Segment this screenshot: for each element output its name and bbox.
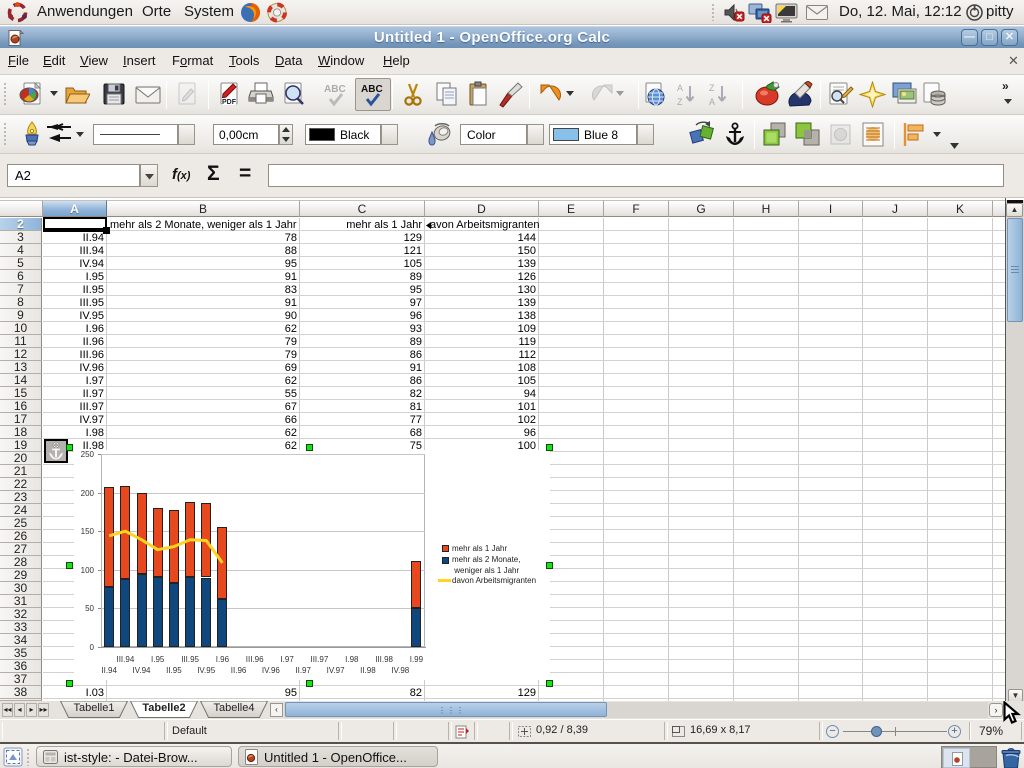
svg-text:ABC: ABC — [324, 84, 346, 95]
svg-text:PDF: PDF — [222, 99, 237, 106]
svg-text:A: A — [709, 97, 715, 107]
svg-text:A: A — [677, 83, 683, 93]
svg-text:ABC: ABC — [361, 84, 383, 95]
svg-text:Z: Z — [677, 97, 683, 107]
svg-text:Z: Z — [709, 83, 715, 93]
